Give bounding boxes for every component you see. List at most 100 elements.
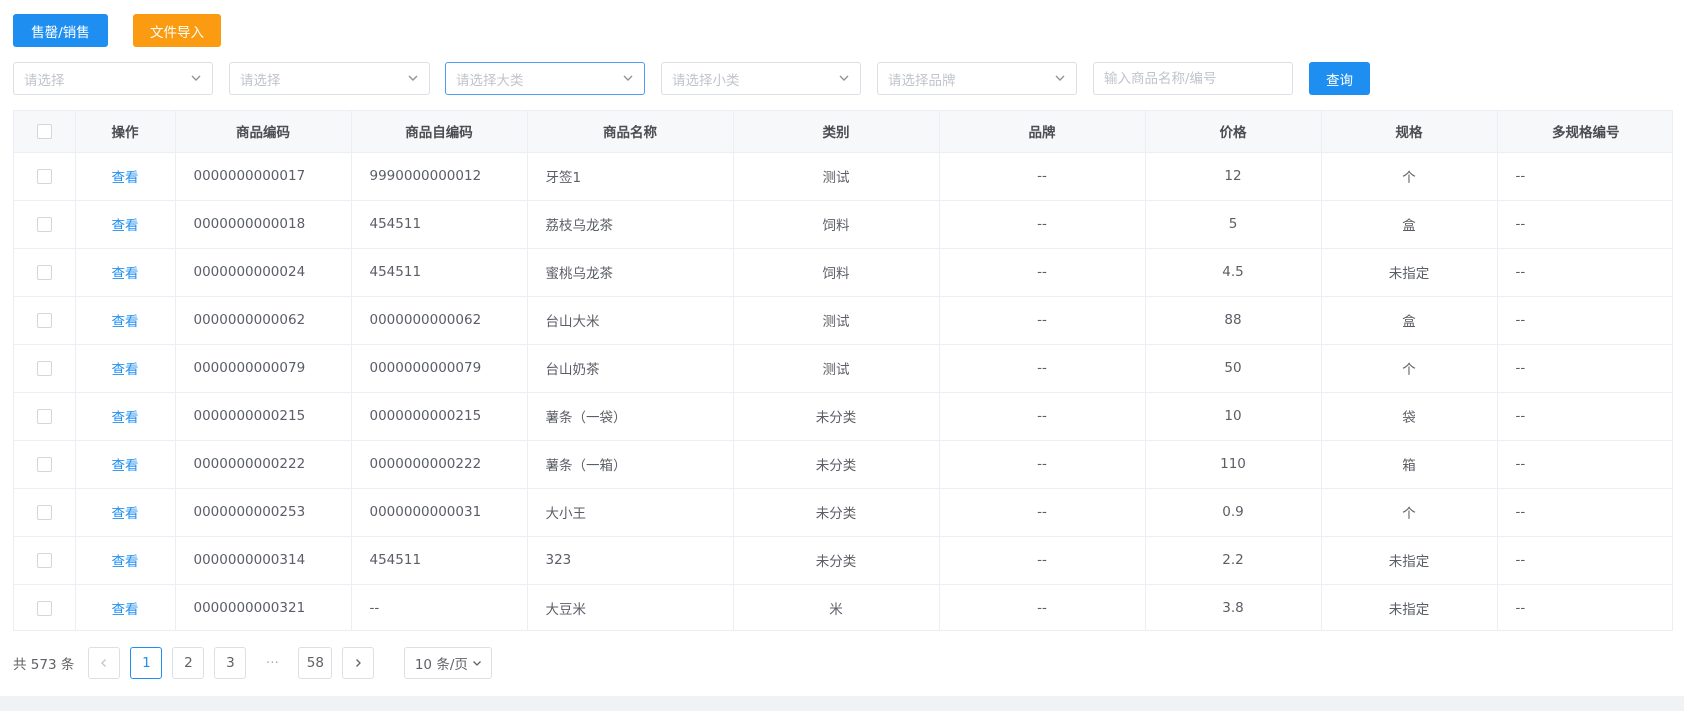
row-checkbox-cell[interactable]: [14, 152, 76, 201]
brand-cell: --: [939, 440, 1146, 489]
category-cell: 未分类: [733, 392, 940, 441]
row-checkbox[interactable]: [36, 312, 52, 328]
price-cell: 5: [1145, 200, 1322, 249]
row-checkbox-cell[interactable]: [14, 488, 76, 537]
code-cell: 0000000000079: [175, 344, 352, 393]
product-search-input[interactable]: [1093, 62, 1293, 95]
brand-select[interactable]: 请选择品牌: [877, 62, 1077, 95]
prev-page-button[interactable]: [88, 647, 121, 679]
table-row: 查看 0000000000079 0000000000079 台山奶茶 测试 -…: [14, 344, 1672, 393]
row-checkbox[interactable]: [36, 360, 52, 376]
row-checkbox[interactable]: [36, 408, 52, 424]
row-checkbox[interactable]: [36, 216, 52, 232]
name-cell: 蜜桃乌龙茶: [527, 248, 734, 297]
brand-cell: --: [939, 248, 1146, 297]
table-row: 查看 0000000000253 0000000000031 大小王 未分类 -…: [14, 488, 1672, 537]
table-row: 查看 0000000000314 454511 323 未分类 -- 2.2 未…: [14, 536, 1672, 585]
table-row: 查看 0000000000024 454511 蜜桃乌龙茶 饲料 -- 4.5 …: [14, 248, 1672, 297]
row-checkbox-cell[interactable]: [14, 248, 76, 297]
brand-cell: --: [939, 344, 1146, 393]
view-link[interactable]: 查看: [112, 458, 139, 474]
self-code-cell: 454511: [351, 536, 528, 585]
table-row: 查看 0000000000215 0000000000215 薯条（一袋） 未分…: [14, 392, 1672, 441]
self-code-cell: 454511: [351, 200, 528, 249]
view-link[interactable]: 查看: [112, 170, 139, 186]
view-link[interactable]: 查看: [112, 506, 139, 522]
header-multi-spec: 多规格编号: [1497, 111, 1672, 153]
action-cell: 查看: [75, 152, 176, 201]
name-cell: 大豆米: [527, 584, 734, 630]
filter-select-1[interactable]: 请选择: [13, 62, 213, 95]
row-checkbox[interactable]: [36, 504, 52, 520]
page-button-2[interactable]: 2: [172, 647, 205, 679]
action-cell: 查看: [75, 440, 176, 489]
row-checkbox[interactable]: [36, 600, 52, 616]
price-cell: 12: [1145, 152, 1322, 201]
row-checkbox[interactable]: [36, 264, 52, 280]
self-code-cell: 9990000000012: [351, 152, 528, 201]
price-cell: 3.8: [1145, 584, 1322, 630]
category-cell: 未分类: [733, 488, 940, 537]
category-cell: 测试: [733, 296, 940, 345]
chevron-down-icon: [622, 72, 634, 84]
action-cell: 查看: [75, 200, 176, 249]
view-link[interactable]: 查看: [112, 362, 139, 378]
action-cell: 查看: [75, 248, 176, 297]
header-price: 价格: [1145, 111, 1322, 153]
select-all-checkbox-cell[interactable]: [14, 111, 76, 153]
row-checkbox-cell[interactable]: [14, 392, 76, 441]
query-button[interactable]: 查询: [1309, 62, 1370, 95]
page-ellipsis[interactable]: ···: [256, 647, 289, 679]
row-checkbox-cell[interactable]: [14, 200, 76, 249]
chevron-down-icon: [472, 661, 481, 666]
price-cell: 88: [1145, 296, 1322, 345]
header-action: 操作: [75, 111, 176, 153]
header-brand: 品牌: [939, 111, 1146, 153]
row-checkbox[interactable]: [36, 168, 52, 184]
view-link[interactable]: 查看: [112, 410, 139, 426]
code-cell: 0000000000215: [175, 392, 352, 441]
brand-select-placeholder: 请选择品牌: [888, 72, 956, 89]
spec-cell: 箱: [1321, 440, 1498, 489]
price-cell: 2.2: [1145, 536, 1322, 585]
select-all-checkbox[interactable]: [36, 123, 52, 139]
row-checkbox[interactable]: [36, 456, 52, 472]
category-select[interactable]: 请选择大类: [445, 62, 645, 95]
row-checkbox-cell[interactable]: [14, 536, 76, 585]
subcategory-select-placeholder: 请选择小类: [672, 72, 740, 89]
row-checkbox-cell[interactable]: [14, 344, 76, 393]
view-link[interactable]: 查看: [112, 314, 139, 330]
row-checkbox-cell[interactable]: [14, 296, 76, 345]
self-code-cell: 454511: [351, 248, 528, 297]
page-button-3[interactable]: 3: [214, 647, 247, 679]
row-checkbox-cell[interactable]: [14, 584, 76, 630]
brand-cell: --: [939, 392, 1146, 441]
sale-button[interactable]: 售罄/销售: [13, 14, 108, 47]
page-size-select[interactable]: 10 条/页: [404, 647, 493, 679]
multi-spec-cell: --: [1497, 248, 1672, 297]
view-link[interactable]: 查看: [112, 218, 139, 234]
subcategory-select[interactable]: 请选择小类: [661, 62, 861, 95]
page-button-last[interactable]: 58: [298, 647, 333, 679]
table-row: 查看 0000000000222 0000000000222 薯条（一箱） 未分…: [14, 440, 1672, 489]
brand-cell: --: [939, 536, 1146, 585]
row-checkbox[interactable]: [36, 552, 52, 568]
view-link[interactable]: 查看: [112, 266, 139, 282]
row-checkbox-cell[interactable]: [14, 440, 76, 489]
footer-band: [0, 696, 1684, 711]
view-link[interactable]: 查看: [112, 602, 139, 618]
action-cell: 查看: [75, 488, 176, 537]
import-file-button[interactable]: 文件导入: [133, 14, 221, 47]
self-code-cell: --: [351, 584, 528, 630]
multi-spec-cell: --: [1497, 296, 1672, 345]
table-row: 查看 0000000000321 -- 大豆米 米 -- 3.8 未指定 --: [14, 584, 1672, 630]
filter-select-2[interactable]: 请选择: [229, 62, 430, 95]
view-link[interactable]: 查看: [112, 554, 139, 570]
next-page-button[interactable]: [342, 647, 375, 679]
category-cell: 饲料: [733, 200, 940, 249]
chevron-right-icon: [356, 659, 362, 667]
name-cell: 台山奶茶: [527, 344, 734, 393]
page-button-1[interactable]: 1: [130, 647, 163, 679]
header-category: 类别: [733, 111, 940, 153]
category-cell: 测试: [733, 344, 940, 393]
